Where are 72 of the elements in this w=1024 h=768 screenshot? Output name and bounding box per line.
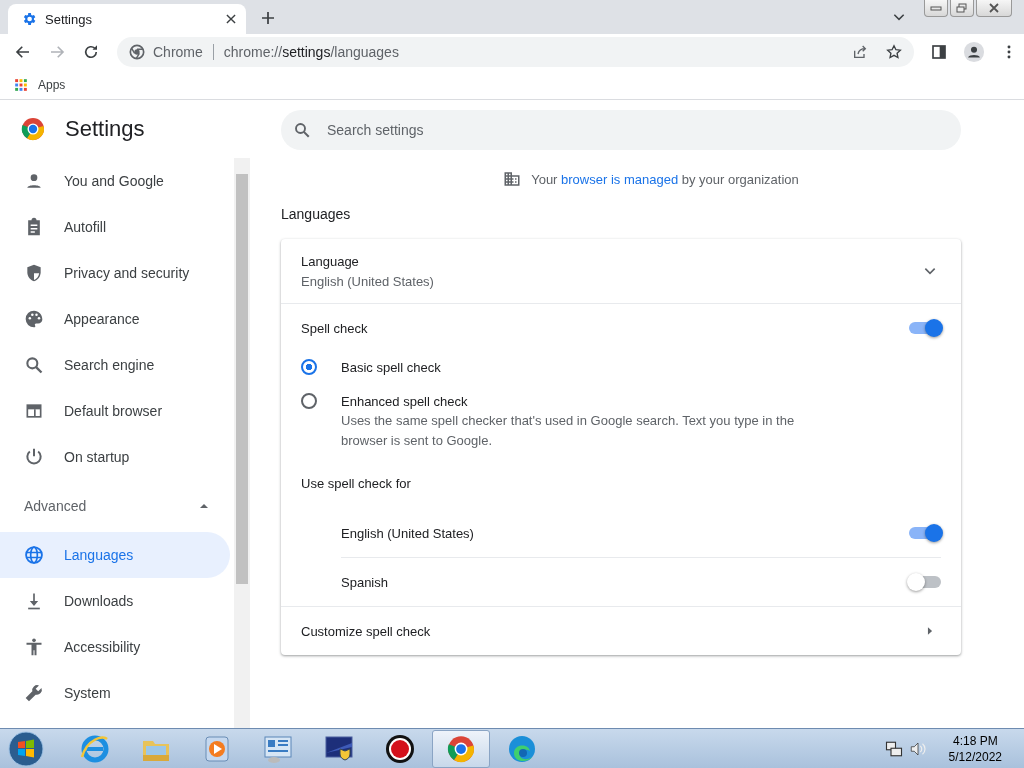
bookmark-item[interactable]: Apps xyxy=(14,77,66,92)
close-icon xyxy=(988,3,1000,13)
building-icon xyxy=(503,170,522,188)
chrome-logo-icon xyxy=(21,117,45,141)
clock[interactable]: 4:18 PM 5/12/2022 xyxy=(948,732,1002,765)
language-label: Spanish xyxy=(341,574,388,590)
palette-icon xyxy=(24,309,44,329)
person-icon xyxy=(24,171,44,191)
close-icon[interactable] xyxy=(224,12,238,26)
star-icon[interactable] xyxy=(886,44,902,60)
address-bar[interactable]: Chrome chrome://settings/languages xyxy=(117,37,914,67)
network-icon[interactable] xyxy=(884,739,903,758)
record-icon xyxy=(384,732,416,765)
advanced-toggle[interactable]: Advanced xyxy=(0,480,230,532)
option-description: Uses the same spell checker that's used in Google search. Text you type in the browser is sent to Google. xyxy=(341,412,796,450)
language-row[interactable]: Language English (United States) xyxy=(281,239,961,303)
customize-row[interactable]: Customize spell check xyxy=(281,607,961,655)
managed-link[interactable]: browser is managed xyxy=(561,171,679,187)
reload-icon[interactable] xyxy=(82,43,100,61)
profile-icon[interactable] xyxy=(963,41,985,63)
restore-icon xyxy=(956,3,968,13)
gear-icon xyxy=(21,11,37,27)
nav-item[interactable]: Privacy and security xyxy=(0,250,230,296)
start-button[interactable] xyxy=(8,730,44,767)
search-icon xyxy=(24,355,44,375)
option-label: Enhanced spell check xyxy=(341,394,469,409)
language-label: English (United States) xyxy=(341,525,474,541)
new-tab-icon[interactable] xyxy=(260,10,276,26)
nav-item[interactable]: You and Google xyxy=(0,158,230,204)
section-title: Languages xyxy=(281,206,352,222)
nav-item[interactable]: On startup xyxy=(0,434,230,480)
search-icon xyxy=(293,121,311,139)
shield-icon xyxy=(24,263,44,283)
apps-grid-icon xyxy=(14,77,28,92)
minimize-icon xyxy=(930,4,942,12)
close-button[interactable] xyxy=(976,0,1012,17)
minimize-button[interactable] xyxy=(924,0,948,17)
row-label: Language xyxy=(301,253,360,269)
power-icon xyxy=(24,447,44,467)
accessibility-icon xyxy=(24,637,44,657)
site-label: Chrome xyxy=(153,44,203,60)
wrench-icon xyxy=(24,683,44,703)
caret-right-icon xyxy=(925,626,935,636)
side-panel-icon[interactable] xyxy=(931,44,947,60)
nav-item[interactable]: Accessibility xyxy=(0,624,230,670)
share-icon[interactable] xyxy=(852,44,868,60)
nav-item[interactable]: System xyxy=(0,670,230,716)
scrollbar[interactable] xyxy=(234,158,250,728)
nav-item[interactable]: Downloads xyxy=(0,578,230,624)
nav-item[interactable]: Appearance xyxy=(0,296,230,342)
toggle-switch[interactable] xyxy=(909,320,941,336)
option-label: Basic spell check xyxy=(341,360,441,375)
nav-item[interactable]: Autofill xyxy=(0,204,230,250)
browser-tab[interactable]: Settings xyxy=(8,4,246,34)
browser-window-icon xyxy=(24,401,44,421)
nav-item[interactable]: Languages xyxy=(0,532,230,578)
toggle-switch[interactable] xyxy=(909,574,941,590)
url-text: chrome://settings/languages xyxy=(223,44,399,60)
nav-item[interactable]: Search engine xyxy=(0,342,230,388)
radio-button[interactable] xyxy=(301,359,317,375)
settings-title: Settings xyxy=(65,116,145,142)
search-field[interactable]: Search settings xyxy=(281,110,961,150)
row-label: Use spell check for xyxy=(301,475,411,491)
toggle-switch[interactable] xyxy=(909,525,941,541)
row-value: English (United States) xyxy=(301,273,434,289)
nav-item[interactable]: Default browser xyxy=(0,388,230,434)
managed-notice: Your browser is managed by your organization xyxy=(531,171,799,187)
row-label: Spell check xyxy=(301,320,368,336)
globe-icon xyxy=(24,545,44,565)
radio-button[interactable] xyxy=(301,393,317,409)
restore-button[interactable] xyxy=(950,0,974,17)
back-icon[interactable] xyxy=(14,43,32,61)
